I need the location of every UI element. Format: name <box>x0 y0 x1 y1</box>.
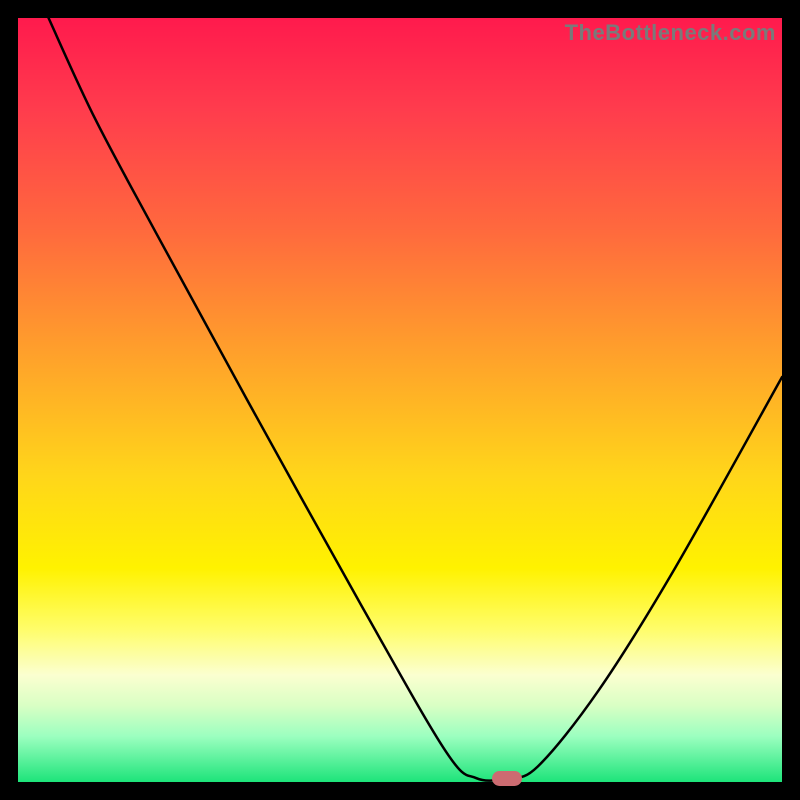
bottleneck-curve <box>18 18 782 782</box>
optimal-point-marker <box>492 771 523 786</box>
chart-frame: TheBottleneck.com <box>0 0 800 800</box>
plot-area: TheBottleneck.com <box>18 18 782 782</box>
